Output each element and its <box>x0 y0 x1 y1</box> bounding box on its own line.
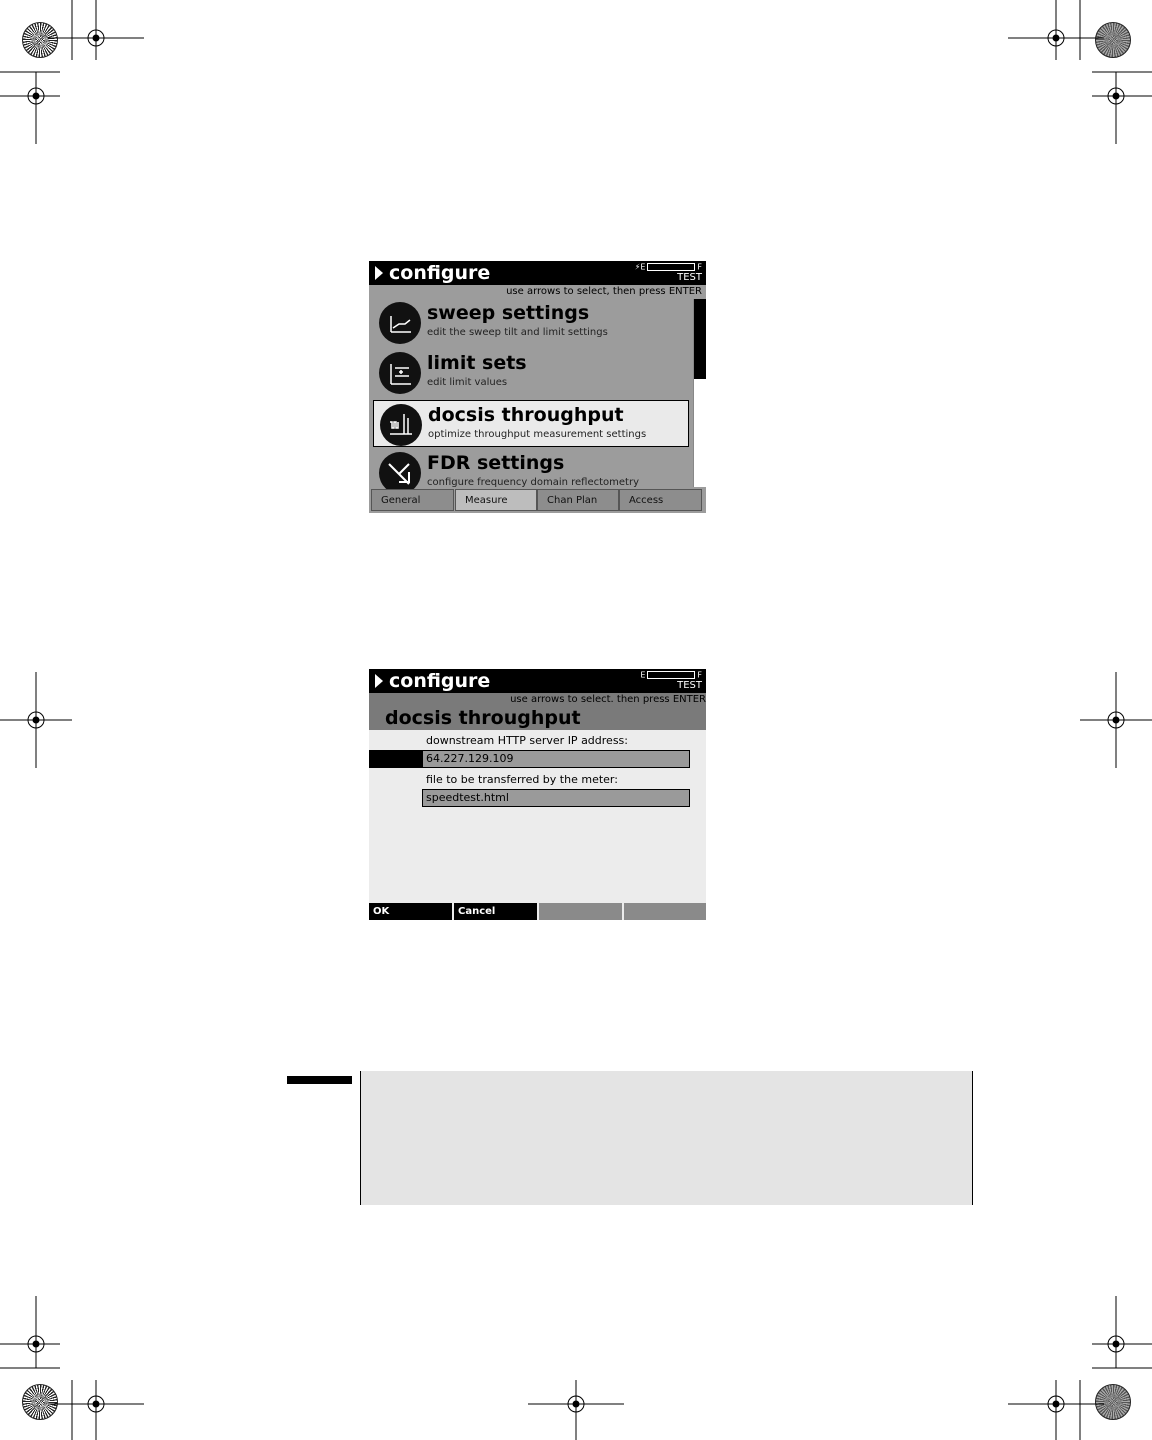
configure-menu-screen: configure ⚡E F TEST use arrows to select,… <box>369 261 706 513</box>
softkey-4[interactable] <box>624 903 706 920</box>
cancel-button[interactable]: Cancel <box>454 903 537 920</box>
battery-empty-label: E <box>640 262 646 272</box>
menu-item-description: configure frequency domain reflectometry <box>427 477 640 488</box>
file-field[interactable]: speedtest.html <box>422 789 690 807</box>
scrollbar[interactable] <box>693 299 706 487</box>
ip-address-label: downstream HTTP server IP address: <box>426 734 628 747</box>
sweep-icon <box>379 302 421 344</box>
note-marker <box>287 1076 352 1084</box>
hint-text: use arrows to select. then press ENTER <box>510 694 706 705</box>
tab-access[interactable]: Access <box>619 489 702 511</box>
title-arrow-icon <box>375 266 383 280</box>
battery-full-label: F <box>697 670 702 680</box>
battery-bar <box>647 671 696 679</box>
menu-item-docsis-throughput[interactable]: docsis throughput optimize throughput me… <box>373 400 689 447</box>
softkey-3[interactable] <box>539 903 622 920</box>
menu-item-limit-sets[interactable]: limit sets edit limit values <box>373 349 689 396</box>
throughput-icon <box>380 404 422 446</box>
docsis-throughput-screen: configure EF TEST use arrows to select. … <box>369 669 706 920</box>
note-box <box>360 1071 973 1205</box>
battery-bar <box>647 263 696 271</box>
ok-button[interactable]: OK <box>369 903 452 920</box>
menu-item-description: edit limit values <box>427 377 508 388</box>
screen-title: configure <box>389 670 491 692</box>
title-arrow-icon <box>375 674 383 688</box>
screen-title: configure <box>389 262 491 284</box>
status-label: TEST <box>677 680 702 691</box>
hint-text: use arrows to select, then press ENTER <box>506 286 702 297</box>
tab-bar: General Measure Chan Plan Access <box>369 489 706 513</box>
menu-item-description: optimize throughput measurement settings <box>428 429 647 440</box>
title-bar: configure EF TEST <box>369 669 706 693</box>
limit-icon <box>379 352 421 394</box>
menu-item-title: sweep settings <box>427 302 590 324</box>
page-title: docsis throughput <box>385 707 581 729</box>
tab-measure[interactable]: Measure <box>455 489 537 511</box>
status-label: TEST <box>677 272 702 283</box>
menu-item-description: edit the sweep tilt and limit settings <box>427 327 608 338</box>
battery-indicator: ⚡E F <box>635 263 702 272</box>
focus-indicator <box>369 750 422 768</box>
file-label: file to be transferred by the meter: <box>426 773 618 786</box>
menu-item-title: docsis throughput <box>428 404 624 426</box>
battery-full-label: F <box>697 262 702 272</box>
title-bar: configure ⚡E F TEST <box>369 261 706 285</box>
softkey-bar: OK Cancel <box>369 903 706 920</box>
tab-general[interactable]: General <box>371 489 454 511</box>
menu-item-title: FDR settings <box>427 452 565 474</box>
menu-item-sweep-settings[interactable]: sweep settings edit the sweep tilt and l… <box>373 299 689 346</box>
tab-chan-plan[interactable]: Chan Plan <box>537 489 619 511</box>
ip-address-field[interactable]: 64.227.129.109 <box>422 750 690 768</box>
menu-item-fdr-settings[interactable]: FDR settings configure frequency domain … <box>373 449 689 489</box>
battery-empty-label: E <box>640 670 646 680</box>
menu-item-title: limit sets <box>427 352 527 374</box>
scrollbar-thumb[interactable] <box>694 299 706 379</box>
fdr-icon <box>379 452 421 489</box>
battery-indicator: EF <box>640 671 702 680</box>
